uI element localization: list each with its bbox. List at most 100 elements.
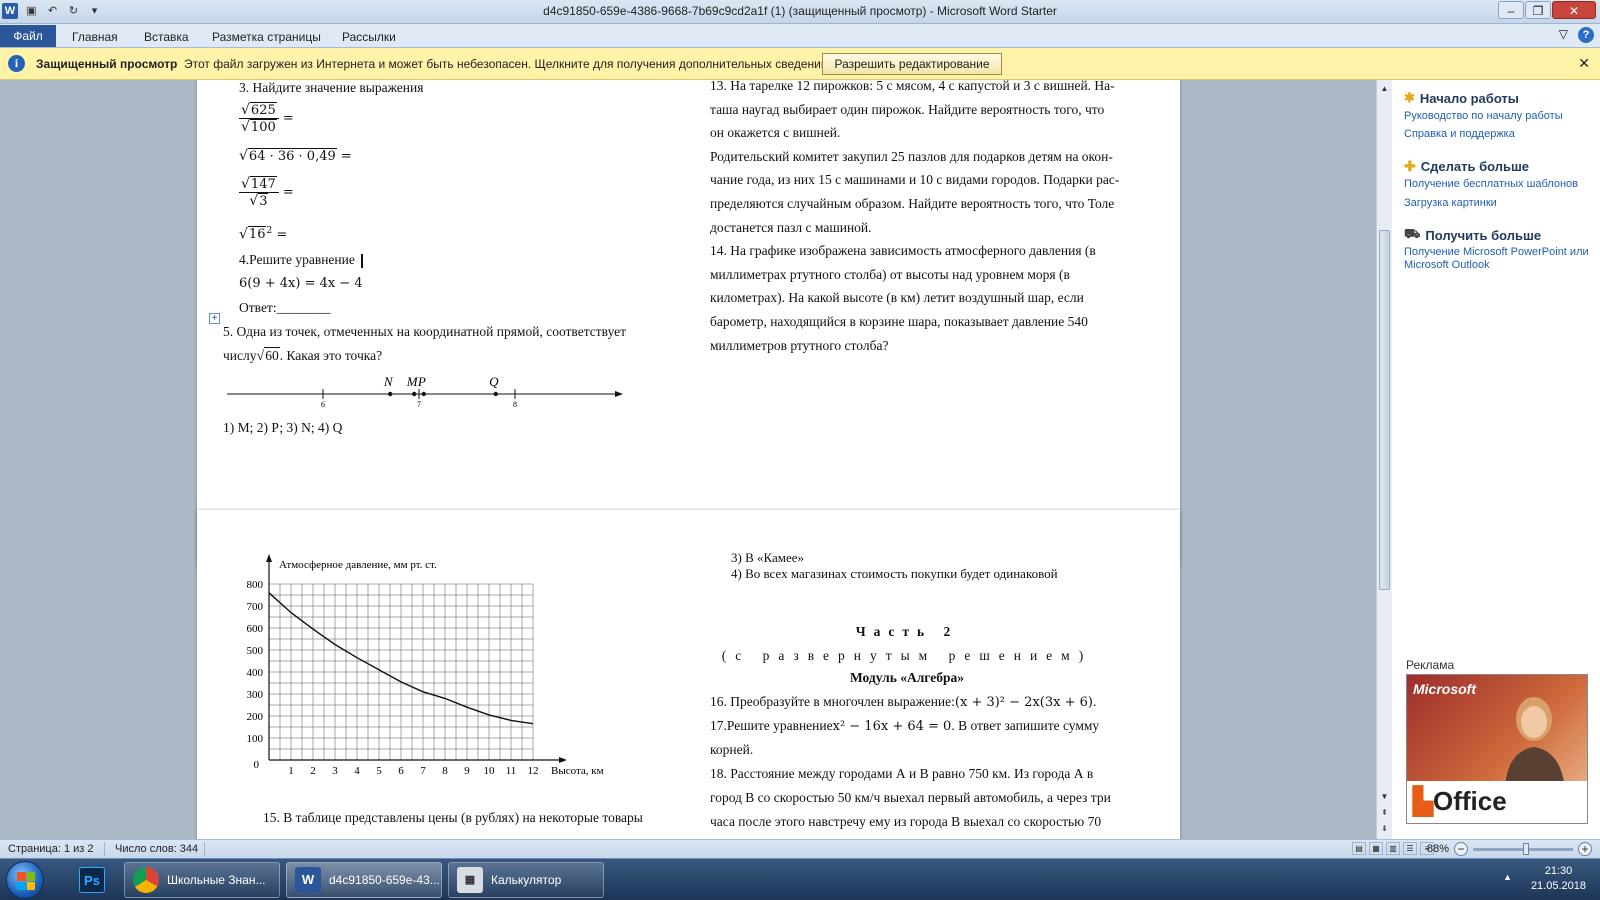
ribbon-expand-icon[interactable]: ▽ xyxy=(1559,27,1568,43)
right-text-line: миллиметров ртутного столба? xyxy=(710,337,889,353)
task-18-line-2: город В со скоростью 50 км/ч выехал перв… xyxy=(710,790,1111,805)
maximize-button[interactable]: ❐ xyxy=(1525,1,1551,19)
tick-label: 8 xyxy=(513,400,517,408)
taskbar-word[interactable]: W d4c91850-659e-43... xyxy=(286,862,442,898)
help-support-link[interactable]: Справка и поддержка xyxy=(1404,128,1594,141)
expr-2: √64 · 36 · 0,49 = xyxy=(239,148,352,164)
right-text-line: достанется пазл с машиной. xyxy=(710,219,872,235)
ad-label: Реклама xyxy=(1406,658,1455,672)
x-tick-label: 9 xyxy=(464,765,470,777)
right-text-line: пределяются случайным образом. Найдите в… xyxy=(710,196,1115,211)
page-count[interactable]: Страница: 1 из 2 xyxy=(8,843,94,855)
pressure-chart: 1 2 3 4 5 6 7 8 9 10 11 121002003004005006007008000… xyxy=(247,554,604,777)
y-tick-label: 700 xyxy=(247,601,264,613)
taskbar-chrome[interactable]: Школьные Знан... xyxy=(124,862,280,898)
zoom-level[interactable]: 88% xyxy=(1427,843,1449,855)
system-clock[interactable]: 21:30 21.05.2018 xyxy=(1531,864,1586,894)
right-text-line: он окажется с вишней. xyxy=(710,125,841,141)
taskbar-calculator[interactable]: ▦ Калькулятор xyxy=(448,862,604,898)
minimize-button[interactable]: – xyxy=(1498,1,1524,19)
help-icon[interactable]: ? xyxy=(1578,27,1594,43)
tick-label: 6 xyxy=(321,400,325,408)
office-icon: ▙ xyxy=(1413,786,1433,816)
document-area[interactable]: 3. Найдите значение выражения √625 √100 =… xyxy=(0,80,1376,839)
task-17-cont: корней. xyxy=(710,742,754,757)
scroll-up-icon[interactable]: ▲ xyxy=(1379,84,1390,96)
ad-banner[interactable]: Microsoft ▙Office xyxy=(1406,674,1588,824)
next-page-icon[interactable]: ⇟ xyxy=(1379,824,1390,836)
office-logo: ▙Office xyxy=(1413,786,1507,816)
protected-view-bar: i Защищенный просмотр Этот файл загружен… xyxy=(0,48,1600,80)
word-count[interactable]: Число слов: 344 xyxy=(115,843,198,855)
web-layout-icon[interactable]: ▥ xyxy=(1386,842,1400,855)
tray-expand-icon[interactable]: ▲ xyxy=(1503,872,1512,882)
enable-editing-button[interactable]: Разрешить редактирование xyxy=(822,53,1002,75)
zoom-in-icon[interactable]: + xyxy=(1578,842,1592,856)
point-label: Q xyxy=(489,374,499,389)
close-icon[interactable]: ✕ xyxy=(1578,55,1590,72)
tab-home[interactable]: Главная xyxy=(62,27,128,47)
get-more-heading: ⛟ Получить больше xyxy=(1404,226,1542,243)
getting-started-guide-link[interactable]: Руководство по началу работы xyxy=(1404,110,1594,123)
right-text-line: 14. На графике изображена зависимость ат… xyxy=(710,243,1096,259)
point-marker xyxy=(388,391,393,397)
point-marker xyxy=(493,391,498,397)
clipart-link[interactable]: Загрузка картинки xyxy=(1404,197,1594,210)
task-5-options: 1) М; 2) Р; 3) N; 4) Q xyxy=(223,420,343,435)
outline-icon[interactable]: ☰ xyxy=(1403,842,1417,855)
protected-view-message[interactable]: Этот файл загружен из Интернета и может … xyxy=(184,57,831,71)
task-17: 17.Решите уравнениеx² − 16x + 64 = 0. В … xyxy=(710,718,1100,734)
info-icon: i xyxy=(8,55,25,72)
tab-file[interactable]: Файл xyxy=(0,25,56,47)
tab-insert[interactable]: Вставка xyxy=(134,27,199,47)
point-label: N xyxy=(383,374,394,389)
close-button[interactable]: ✕ xyxy=(1552,1,1596,19)
print-layout-icon[interactable]: ▤ xyxy=(1352,842,1366,855)
vertical-scrollbar[interactable]: ▲ ▼ ⇞ ⇟ xyxy=(1376,80,1392,839)
y-tick-label: 800 xyxy=(247,579,264,591)
get-powerpoint-link[interactable]: Получение Microsoft PowerPoint или Micro… xyxy=(1404,246,1594,272)
chrome-icon xyxy=(133,867,159,893)
zoom-out-icon[interactable]: − xyxy=(1454,842,1468,856)
document-page-2: 1 2 3 4 5 6 7 8 9 10 11 12 100 200 300 400 500 600 700 800 0… xyxy=(197,510,1180,839)
x-tick-label: 11 xyxy=(506,765,517,777)
right-text-line: Родительский комитет закупил 25 пазлов д… xyxy=(710,148,1113,164)
free-templates-link[interactable]: Получение бесплатных шаблонов xyxy=(1404,178,1594,191)
protected-view-title: Защищенный просмотр xyxy=(36,57,178,71)
x-tick-label: 4 xyxy=(354,765,360,777)
x-tick-label: 6 xyxy=(398,765,404,777)
text-cursor xyxy=(360,253,363,268)
right-text-line: километрах). На какой высоте (в км) лети… xyxy=(710,290,1084,306)
y-axis-label: Атмосферное давление, мм рт. ст. xyxy=(279,559,437,571)
taskbar-photoshop[interactable]: Ps xyxy=(72,862,112,898)
right-text-line: барометр, находящийся в корзине шара, по… xyxy=(710,314,1088,329)
plus-icon: ✚ xyxy=(1404,158,1416,174)
windows-taskbar: Ps Школьные Знан... W d4c91850-659e-43..… xyxy=(0,858,1600,900)
module-title: Модуль «Алгебра» xyxy=(849,670,965,685)
prev-page-icon[interactable]: ⇞ xyxy=(1379,808,1390,820)
right-text-line: чание года, из них 15 с машинами и 10 с … xyxy=(710,172,1120,188)
expr-3: √147 √3 = xyxy=(239,176,294,209)
word-icon: W xyxy=(295,867,321,893)
origin-label: 0 xyxy=(254,759,260,771)
ribbon-tabs: Файл Главная Вставка Разметка страницы Р… xyxy=(0,24,1600,48)
person-image xyxy=(1505,697,1565,789)
scroll-down-icon[interactable]: ▼ xyxy=(1379,792,1390,804)
tab-mailings[interactable]: Рассылки xyxy=(332,27,406,47)
document-page-1: 3. Найдите значение выражения √625 √100 =… xyxy=(197,80,1180,567)
coordinate-line: 6 7 8N M P Q xyxy=(227,374,623,408)
zoom-slider[interactable] xyxy=(1473,842,1573,855)
part-2-title: Часть 2 xyxy=(855,624,959,639)
zoom-slider-knob[interactable] xyxy=(1523,842,1529,855)
tab-page-layout[interactable]: Разметка страницы xyxy=(202,27,331,47)
start-button[interactable] xyxy=(6,861,44,899)
y-tick-label: 100 xyxy=(247,733,264,745)
calculator-icon: ▦ xyxy=(457,867,483,893)
tick-label: 7 xyxy=(417,400,421,408)
scroll-thumb[interactable] xyxy=(1379,230,1390,590)
y-axis-arrow xyxy=(266,554,272,562)
full-screen-icon[interactable]: ▦ xyxy=(1369,842,1383,855)
table-anchor-icon[interactable]: + xyxy=(209,313,220,324)
task-pane: ✱ Начало работы Руководство по началу раб… xyxy=(1392,80,1600,839)
task-18-line-3: часа после этого навстречу ему из города… xyxy=(710,814,1102,829)
